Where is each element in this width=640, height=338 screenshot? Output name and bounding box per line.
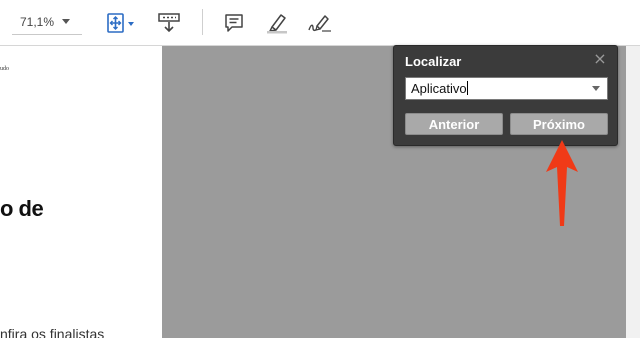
sign-button[interactable] — [305, 10, 335, 36]
fit-page-icon — [107, 13, 134, 33]
red-arrow-annotation — [546, 140, 578, 226]
scroll-mode-icon — [158, 13, 180, 33]
previous-button[interactable]: Anterior — [405, 113, 503, 135]
fit-page-button[interactable] — [102, 10, 138, 36]
zoom-value: 71,1% — [20, 14, 55, 29]
comment-button[interactable] — [220, 10, 248, 36]
highlight-button[interactable] — [262, 10, 292, 36]
zoom-select[interactable]: 71,1% — [12, 9, 82, 35]
find-input[interactable]: Aplicativo — [405, 77, 608, 100]
find-panel-title: Localizar — [405, 54, 462, 69]
find-panel: Localizar × Aplicativo Anterior Próximo — [393, 45, 618, 146]
document-page: udo o de nfira os finalistas — [0, 46, 162, 338]
next-button[interactable]: Próximo — [510, 113, 608, 135]
page-subheading: nfira os finalistas — [0, 326, 105, 338]
text-cursor — [466, 81, 468, 95]
find-input-value: Aplicativo — [411, 81, 467, 96]
page-small-text: udo — [0, 66, 9, 72]
chevron-down-icon — [62, 19, 70, 24]
scrollbar[interactable] — [626, 46, 640, 338]
highlight-icon — [267, 14, 287, 34]
page-heading: o de — [0, 196, 44, 221]
comment-icon — [225, 14, 243, 32]
scroll-mode-button[interactable] — [155, 10, 183, 36]
close-icon[interactable]: × — [592, 51, 608, 67]
sign-icon — [308, 15, 331, 32]
chevron-down-icon[interactable] — [592, 86, 600, 91]
toolbar: 71,1% — [0, 0, 640, 46]
toolbar-divider — [202, 9, 203, 35]
